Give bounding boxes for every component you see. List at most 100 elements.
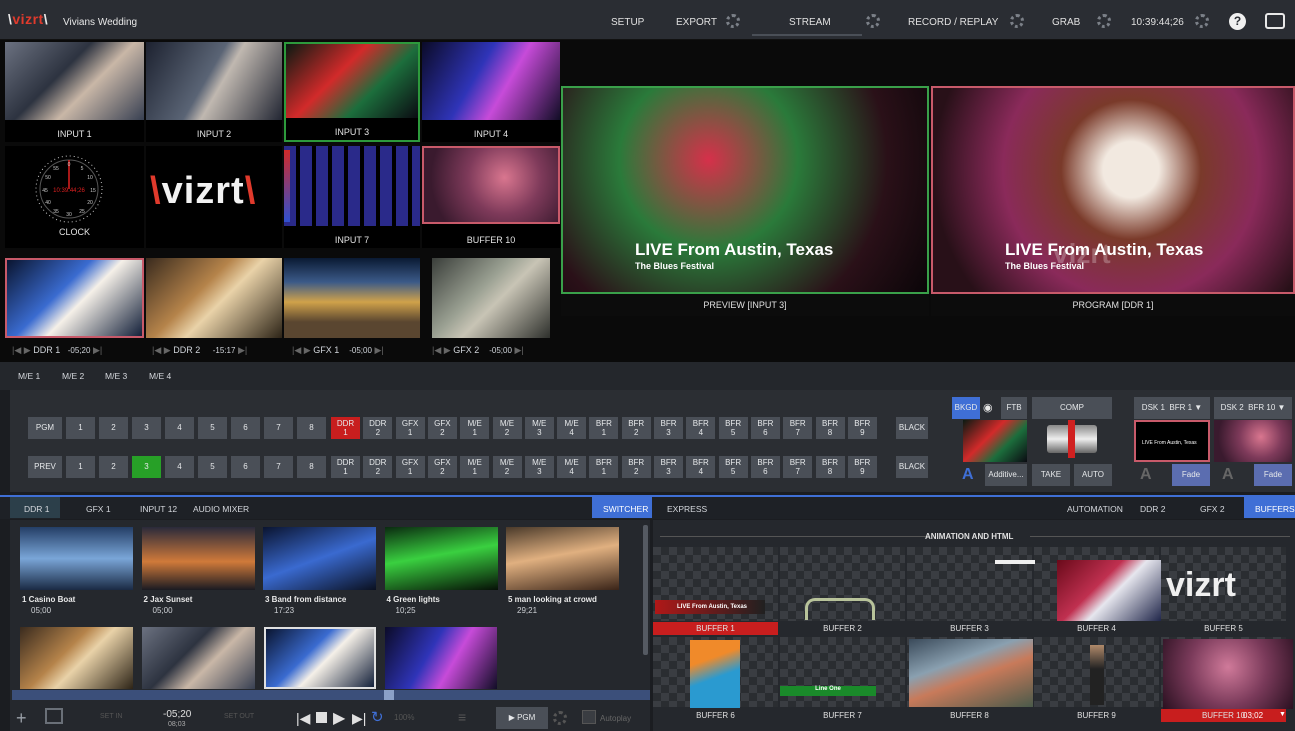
buffer-7-thumb[interactable] xyxy=(780,637,905,707)
prev-black[interactable]: BLACK xyxy=(896,456,928,478)
playlist-thumb-9[interactable] xyxy=(385,627,497,689)
export-gear-icon[interactable] xyxy=(726,14,740,28)
system-gear-icon[interactable] xyxy=(1195,14,1209,28)
prev-source-me-4[interactable]: M/E 4 xyxy=(557,456,587,478)
pgm-black[interactable]: BLACK xyxy=(896,417,928,439)
export-menu[interactable]: EXPORT xyxy=(676,17,717,28)
prev-source-bfr-8[interactable]: BFR 8 xyxy=(815,456,845,478)
select-icon[interactable] xyxy=(45,708,63,724)
prev-input-5[interactable]: 5 xyxy=(198,456,227,478)
playlist-thumb-6[interactable] xyxy=(20,627,133,689)
add-icon[interactable]: + xyxy=(16,708,27,729)
pgm-input-7[interactable]: 7 xyxy=(264,417,293,439)
pgm-input-3[interactable]: 3 xyxy=(132,417,161,439)
pgm-input-4[interactable]: 4 xyxy=(165,417,194,439)
buffer-10-tile[interactable]: BUFFER 10 xyxy=(422,146,560,248)
autoplay-checkbox[interactable] xyxy=(582,710,596,724)
ddr-scrub-handle[interactable] xyxy=(384,690,394,700)
prev-source-bfr-2[interactable]: BFR 2 xyxy=(621,456,651,478)
prev-source-me-2[interactable]: M/E 2 xyxy=(492,456,522,478)
playlist-thumb-8[interactable] xyxy=(264,627,376,689)
ddr-1-transport[interactable]: |◀ ▶ DDR 1 -05;20 ▶| xyxy=(12,345,102,356)
pgm-source-me-1[interactable]: M/E 1 xyxy=(460,417,490,439)
stop-icon[interactable] xyxy=(316,712,327,723)
tab-gfx-2[interactable]: GFX 2 xyxy=(1200,504,1225,514)
ddr-2-tile[interactable] xyxy=(146,258,282,338)
tab-automation[interactable]: AUTOMATION xyxy=(1067,504,1123,514)
pgm-source-me-2[interactable]: M/E 2 xyxy=(492,417,522,439)
prev-input-8[interactable]: 8 xyxy=(297,456,326,478)
prev-source-gfx-1[interactable]: GFX 1 xyxy=(395,456,425,478)
tab-buffers[interactable]: BUFFERS xyxy=(1255,504,1295,514)
pgm-source-me-3[interactable]: M/E 3 xyxy=(524,417,554,439)
stream-menu[interactable]: STREAM xyxy=(789,17,831,28)
program-monitor[interactable]: LIVE From Austin, Texas The Blues Festiv… xyxy=(931,86,1295,294)
ddr-2-transport[interactable]: |◀ ▶ DDR 2 -15:17 ▶| xyxy=(152,345,247,356)
gfx-2-transport[interactable]: |◀ ▶ GFX 2 -05;00 ▶| xyxy=(432,345,524,356)
preview-monitor[interactable]: LIVE From Austin, Texas The Blues Festiv… xyxy=(561,86,929,294)
prev-source-gfx-2[interactable]: GFX 2 xyxy=(427,456,457,478)
pgm-source-gfx-1[interactable]: GFX 1 xyxy=(395,417,425,439)
input-3-tile[interactable]: INPUT 3 xyxy=(284,42,420,142)
ftb-button[interactable]: FTB xyxy=(1001,397,1027,419)
clock-tile[interactable]: 10:39:44;26 0 5 55 10 50 45 15 40 20 35 … xyxy=(5,146,144,248)
pgm-source-bfr-3[interactable]: BFR 3 xyxy=(654,417,683,439)
tab-input-12[interactable]: INPUT 12 xyxy=(140,504,177,514)
pgm-source-bfr-8[interactable]: BFR 8 xyxy=(815,417,845,439)
prev-label[interactable]: PREV xyxy=(28,456,62,478)
pgm-source-me-4[interactable]: M/E 4 xyxy=(557,417,587,439)
prev-input-6[interactable]: 6 xyxy=(231,456,260,478)
auto-button[interactable]: AUTO xyxy=(1074,464,1112,486)
gfx-1-transport[interactable]: |◀ ▶ GFX 1 -05;00 ▶| xyxy=(292,345,384,356)
pgm-source-bfr-2[interactable]: BFR 2 xyxy=(621,417,651,439)
help-icon[interactable]: ? xyxy=(1229,13,1246,30)
notes-icon[interactable] xyxy=(1265,13,1285,29)
ddr-1-tile[interactable] xyxy=(5,258,144,338)
dsk-2-fade-button[interactable]: Fade xyxy=(1254,464,1292,486)
input-1-tile[interactable]: INPUT 1 xyxy=(5,42,144,142)
buffer-3-thumb[interactable] xyxy=(907,547,1032,621)
additive-button[interactable]: Additive... xyxy=(985,464,1027,486)
grab-menu[interactable]: GRAB xyxy=(1052,17,1080,28)
pgm-input-1[interactable]: 1 xyxy=(66,417,95,439)
pgm-input-2[interactable]: 2 xyxy=(99,417,128,439)
set-in-button[interactable]: SET IN xyxy=(100,713,122,720)
prev-source-bfr-1[interactable]: BFR 1 xyxy=(589,456,619,478)
prev-input-1[interactable]: 1 xyxy=(66,456,95,478)
prev-source-ddr-2[interactable]: DDR 2 xyxy=(363,456,393,478)
pgm-button[interactable]: ▶ PGM xyxy=(496,707,548,729)
tab-express[interactable]: EXPRESS xyxy=(667,504,707,514)
set-out-button[interactable]: SET OUT xyxy=(224,713,254,720)
setup-menu[interactable]: SETUP xyxy=(611,17,644,28)
record-gear-icon[interactable] xyxy=(1010,14,1024,28)
bkgd-button[interactable]: BKGD xyxy=(952,397,980,419)
dsk-1-fade-button[interactable]: Fade xyxy=(1172,464,1210,486)
prev-source-bfr-4[interactable]: BFR 4 xyxy=(686,456,716,478)
comp-button[interactable]: COMP xyxy=(1032,397,1112,419)
prev-input-2[interactable]: 2 xyxy=(99,456,128,478)
playlist-thumb-1[interactable] xyxy=(20,527,133,590)
vizrt-logo-tile[interactable]: \vizrt\ xyxy=(146,146,282,248)
pgm-source-ddr-1[interactable]: DDR 1 xyxy=(331,417,360,439)
dsk-1-header[interactable]: DSK 1 BFR 1 ▼ xyxy=(1134,397,1210,419)
playlist-thumb-5[interactable] xyxy=(506,527,619,590)
gfx-1-tile[interactable] xyxy=(284,258,420,338)
grab-gear-icon[interactable] xyxy=(1097,14,1111,28)
prev-source-bfr-3[interactable]: BFR 3 xyxy=(654,456,683,478)
prev-source-bfr-9[interactable]: BFR 9 xyxy=(847,456,877,478)
tab-me-4[interactable]: M/E 4 xyxy=(149,371,171,381)
playlist-thumb-3[interactable] xyxy=(263,527,376,590)
prev-source-me-3[interactable]: M/E 3 xyxy=(524,456,554,478)
input-2-tile[interactable]: INPUT 2 xyxy=(146,42,282,142)
playlist-thumb-2[interactable] xyxy=(141,527,255,590)
prev-input-7[interactable]: 7 xyxy=(264,456,293,478)
pgm-source-bfr-6[interactable]: BFR 6 xyxy=(750,417,780,439)
record-replay-menu[interactable]: RECORD / REPLAY xyxy=(908,17,998,28)
tab-ddr-1[interactable]: DDR 1 xyxy=(24,504,50,514)
pgm-input-8[interactable]: 8 xyxy=(297,417,326,439)
pgm-source-bfr-5[interactable]: BFR 5 xyxy=(718,417,748,439)
playlist-thumb-7[interactable] xyxy=(142,627,255,689)
tab-gfx-1[interactable]: GFX 1 xyxy=(86,504,111,514)
pgm-source-bfr-7[interactable]: BFR 7 xyxy=(783,417,813,439)
tab-me-2[interactable]: M/E 2 xyxy=(62,371,84,381)
